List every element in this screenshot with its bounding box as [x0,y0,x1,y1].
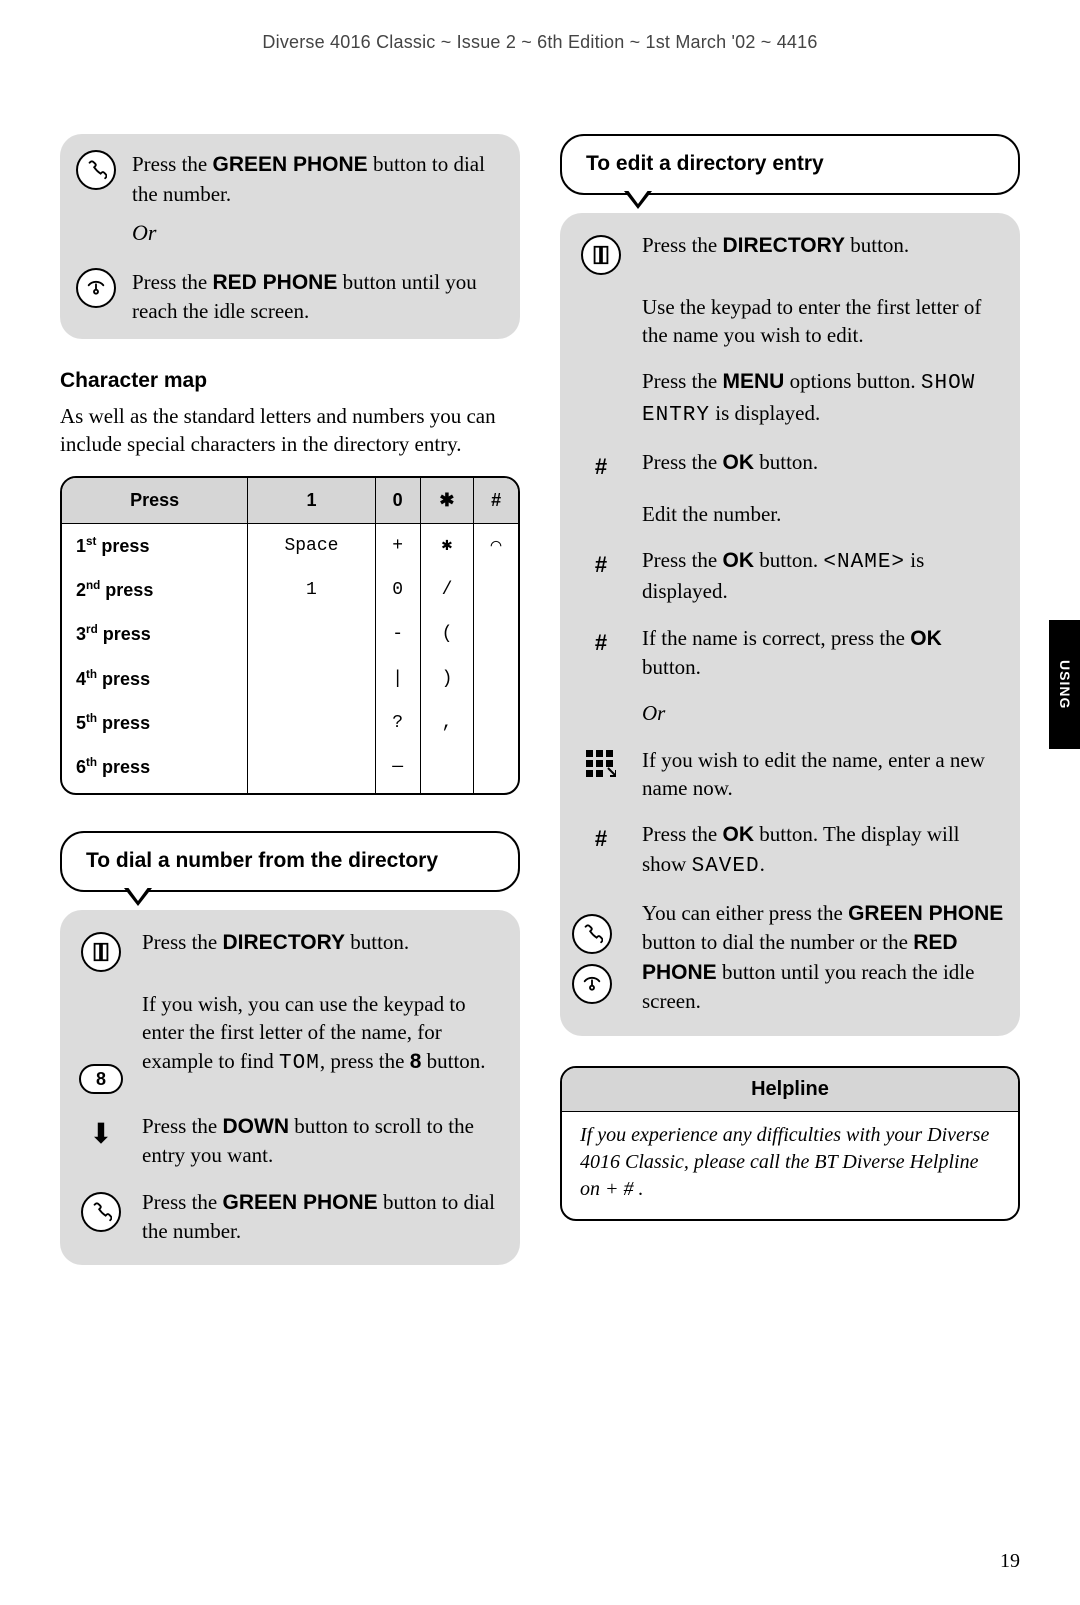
table-header: 1 [248,478,375,523]
key-8-icon: 8 [79,1064,123,1094]
page-number: 19 [1000,1548,1020,1575]
table-header: # [474,478,518,523]
green-phone-text: Press the GREEN PHONE button to dial the… [132,148,506,257]
red-phone-icon [572,964,612,1004]
dial-or-idle-block: Press the GREEN PHONE button to dial the… [60,134,520,339]
table-header: Press [62,478,248,523]
edit-steps: Press the DIRECTORY button. Use the keyp… [560,213,1020,1036]
helpline-box: Helpline If you experience any difficult… [560,1066,1020,1221]
keypad-icon [586,750,616,786]
table-row: 1st pressSpace+✱⌒ [62,523,518,568]
helpline-body: If you experience any difficulties with … [562,1112,1018,1219]
table-row: 3rd press-( [62,612,518,656]
red-phone-text: Press the RED PHONE button until you rea… [132,266,506,326]
character-map-intro: As well as the standard letters and numb… [60,402,520,459]
running-header: Diverse 4016 Classic ~ Issue 2 ~ 6th Edi… [60,30,1020,54]
green-phone-icon [572,914,612,954]
table-row: 5th press?, [62,701,518,745]
table-row: 4th press|) [62,657,518,701]
directory-icon [81,932,121,972]
dial-steps: Press the DIRECTORY button. 8 If you wis… [60,910,520,1265]
table-header: ✱ [420,478,473,523]
table-row: 6th press— [62,745,518,793]
character-map-heading: Character map [60,367,520,395]
hash-icon: # [595,452,607,482]
edit-callout-heading: To edit a directory entry [560,134,1020,194]
dial-callout-heading: To dial a number from the directory [60,831,520,891]
character-map-table: Press10✱#1st pressSpace+✱⌒2nd press10/3r… [60,476,520,795]
section-tab: USING [1049,620,1080,749]
table-header: 0 [375,478,420,523]
directory-icon [581,235,621,275]
helpline-heading: Helpline [562,1068,1018,1112]
table-row: 2nd press10/ [62,568,518,612]
green-phone-icon [76,150,116,190]
hash-icon: # [595,550,607,580]
down-arrow-icon: ⬇ [89,1116,112,1154]
hash-icon: # [595,824,607,854]
red-phone-icon [76,268,116,308]
hash-icon: # [595,628,607,658]
green-phone-icon [81,1192,121,1232]
